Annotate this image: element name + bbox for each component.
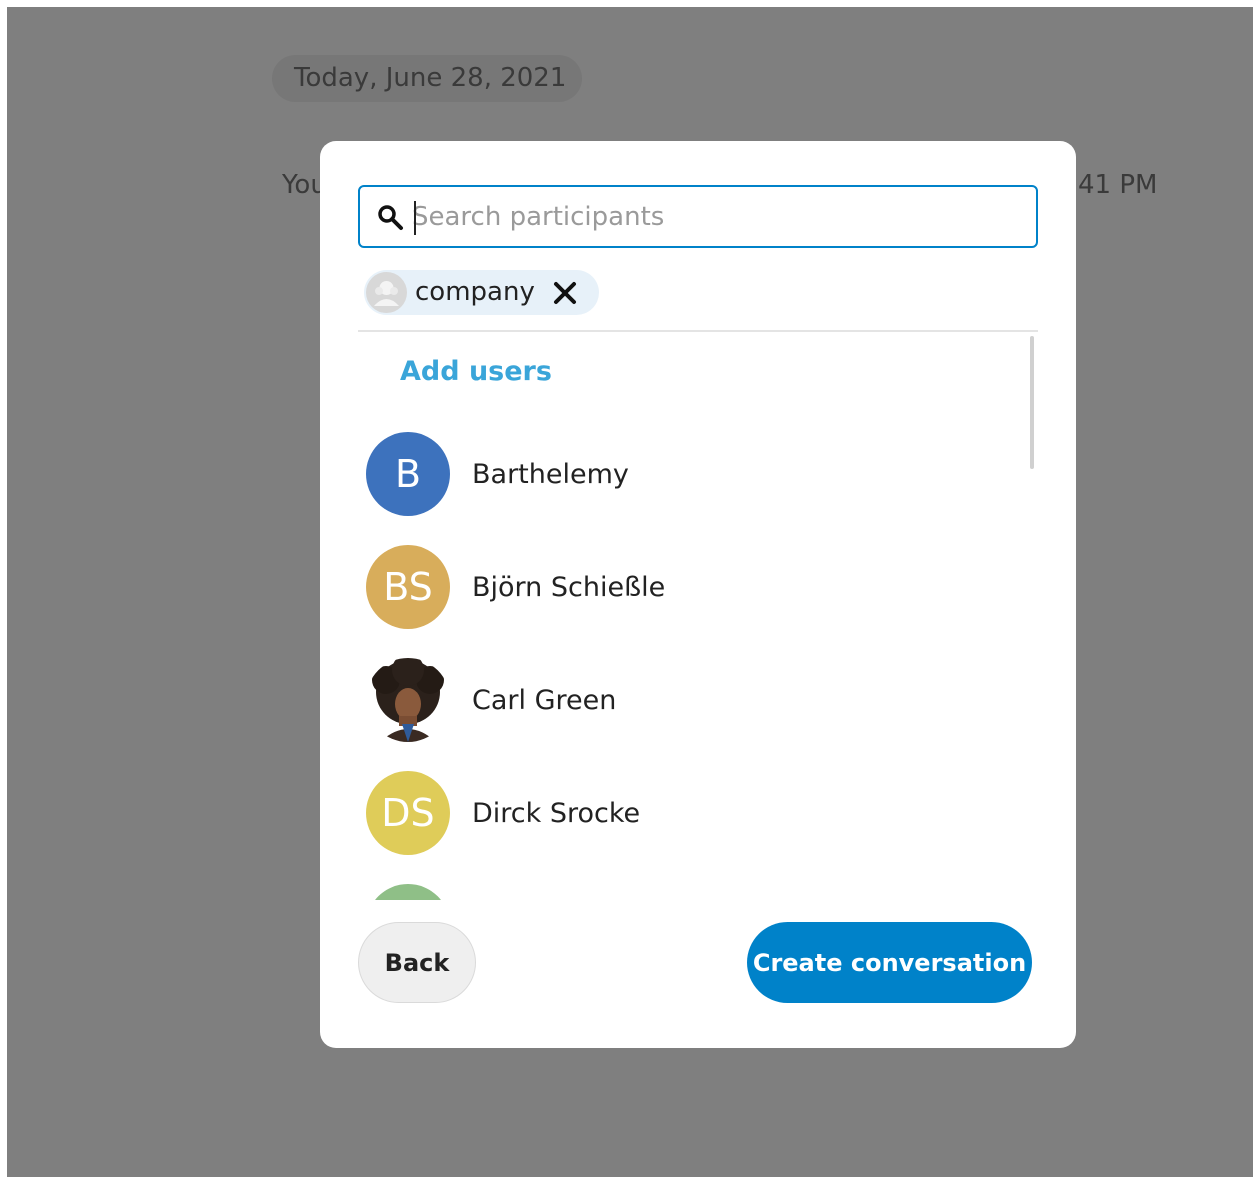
user-item-barthelemy[interactable]: B Barthelemy <box>358 424 1018 524</box>
user-name: Björn Schießle <box>472 572 666 603</box>
chip-label: company <box>415 277 535 307</box>
close-icon[interactable] <box>550 278 580 308</box>
back-button[interactable]: Back <box>358 922 476 1003</box>
selected-participant-chip: company <box>364 270 599 315</box>
create-conversation-button[interactable]: Create conversation <box>747 922 1032 1003</box>
search-icon <box>378 205 403 230</box>
user-name: Dirck Srocke <box>472 798 641 829</box>
user-item-dirck-srocke[interactable]: DS Dirck Srocke <box>358 763 1018 863</box>
avatar: DS <box>366 771 450 855</box>
user-item-bjorn-schiessle[interactable]: BS Björn Schießle <box>358 537 1018 637</box>
user-name: Carl Green <box>472 685 617 716</box>
avatar: BS <box>366 545 450 629</box>
date-separator: Today, June 28, 2021 <box>272 55 582 102</box>
avatar: B <box>366 432 450 516</box>
list-scrollbar[interactable] <box>1030 336 1034 469</box>
user-name: Barthelemy <box>472 459 629 490</box>
profile-photo-avatar <box>366 658 450 742</box>
avatar <box>366 884 450 900</box>
search-input[interactable] <box>412 193 1022 240</box>
text-caret <box>414 201 416 235</box>
add-participants-dialog: company Add users B Barthelemy BS Björn … <box>320 141 1076 1048</box>
participants-list[interactable]: Add users B Barthelemy BS Björn Schießle <box>358 332 1038 900</box>
group-avatar-icon <box>366 272 407 313</box>
search-participants-field[interactable] <box>358 185 1038 248</box>
user-item-carl-green[interactable]: Carl Green <box>358 650 1018 750</box>
section-title-add-users: Add users <box>400 356 552 387</box>
user-item-partial[interactable] <box>358 876 1018 900</box>
background-message-time: 41 PM <box>1078 170 1158 200</box>
